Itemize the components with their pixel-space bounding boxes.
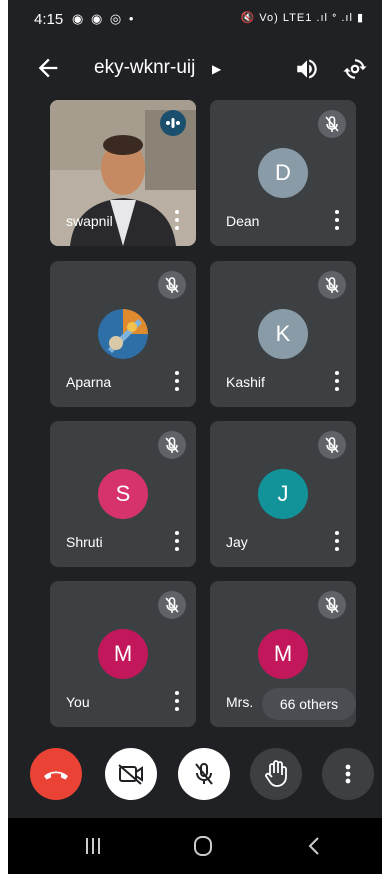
home-icon[interactable]: [188, 834, 218, 858]
avatar: M: [258, 629, 308, 679]
more-vert-icon: [345, 764, 351, 784]
muted-mic-icon: [318, 271, 346, 299]
participant-tile[interactable]: S Shruti: [50, 421, 196, 567]
participant-name: Jay: [226, 534, 248, 550]
participant-name: You: [66, 694, 90, 710]
camera-off-icon: [118, 764, 143, 785]
more-options-icon[interactable]: [172, 210, 182, 230]
status-bar: 4:15 ◉ ◉ ◎ • 🔇 Vo) LTE1 .ıl ᐤ .ıl ▮: [8, 0, 382, 38]
participant-tile[interactable]: swapnil: [50, 100, 196, 246]
more-options-icon[interactable]: [332, 210, 342, 230]
microphone-toggle-button[interactable]: [178, 748, 230, 800]
muted-mic-icon: [158, 271, 186, 299]
switch-camera-icon[interactable]: [342, 56, 368, 82]
back-nav-icon[interactable]: [300, 834, 330, 858]
muted-mic-icon: [158, 431, 186, 459]
muted-mic-icon: [318, 591, 346, 619]
speaker-icon[interactable]: [294, 56, 320, 82]
call-controls: [8, 748, 382, 808]
notification-icons: ◉ ◉ ◎ •: [72, 11, 136, 26]
avatar: S: [98, 469, 148, 519]
avatar: K: [258, 309, 308, 359]
participant-name: Shruti: [66, 534, 103, 550]
avatar: M: [98, 629, 148, 679]
muted-mic-icon: [318, 110, 346, 138]
speaking-indicator-icon: [160, 110, 186, 136]
meeting-details-arrow-icon[interactable]: ▶: [212, 62, 221, 76]
mic-off-icon: [195, 763, 213, 785]
hang-up-icon: [44, 771, 68, 780]
muted-mic-icon: [158, 591, 186, 619]
participant-name: Mrs.: [226, 694, 254, 710]
participant-tile[interactable]: Aparna: [50, 261, 196, 407]
participant-tile[interactable]: J Jay: [210, 421, 356, 567]
more-options-icon[interactable]: [172, 691, 182, 711]
participant-name: Aparna: [66, 374, 112, 390]
participant-name: Kashif: [226, 374, 265, 390]
end-call-button[interactable]: [30, 748, 82, 800]
meeting-header: eky-wknr-uij ▶: [8, 48, 382, 88]
more-options-button[interactable]: [322, 748, 374, 800]
more-options-icon[interactable]: [332, 531, 342, 551]
recent-apps-icon[interactable]: [78, 834, 108, 858]
raise-hand-button[interactable]: [250, 748, 302, 800]
participant-name: Dean: [226, 213, 260, 229]
back-arrow-icon[interactable]: [34, 54, 62, 82]
muted-mic-icon: [318, 431, 346, 459]
meeting-code[interactable]: eky-wknr-uij: [94, 57, 195, 79]
phone-screen: 4:15 ◉ ◉ ◎ • 🔇 Vo) LTE1 .ıl ᐤ .ıl ▮ eky-…: [8, 0, 382, 874]
avatar: J: [258, 469, 308, 519]
others-participants-button[interactable]: 66 others: [262, 688, 356, 720]
more-options-icon[interactable]: [172, 371, 182, 391]
participant-tile[interactable]: M You: [50, 581, 196, 727]
more-options-icon[interactable]: [172, 531, 182, 551]
status-time: 4:15: [34, 11, 64, 28]
system-status-icons: 🔇 Vo) LTE1 .ıl ᐤ .ıl ▮: [240, 12, 364, 24]
avatar: [98, 309, 148, 359]
avatar: D: [258, 148, 308, 198]
camera-toggle-button[interactable]: [105, 748, 157, 800]
system-navigation-bar: [8, 818, 382, 874]
raise-hand-icon: [265, 760, 287, 787]
more-options-icon[interactable]: [332, 371, 342, 391]
participant-name: swapnil: [66, 213, 113, 229]
participant-tile[interactable]: D Dean: [210, 100, 356, 246]
participant-tile[interactable]: K Kashif: [210, 261, 356, 407]
